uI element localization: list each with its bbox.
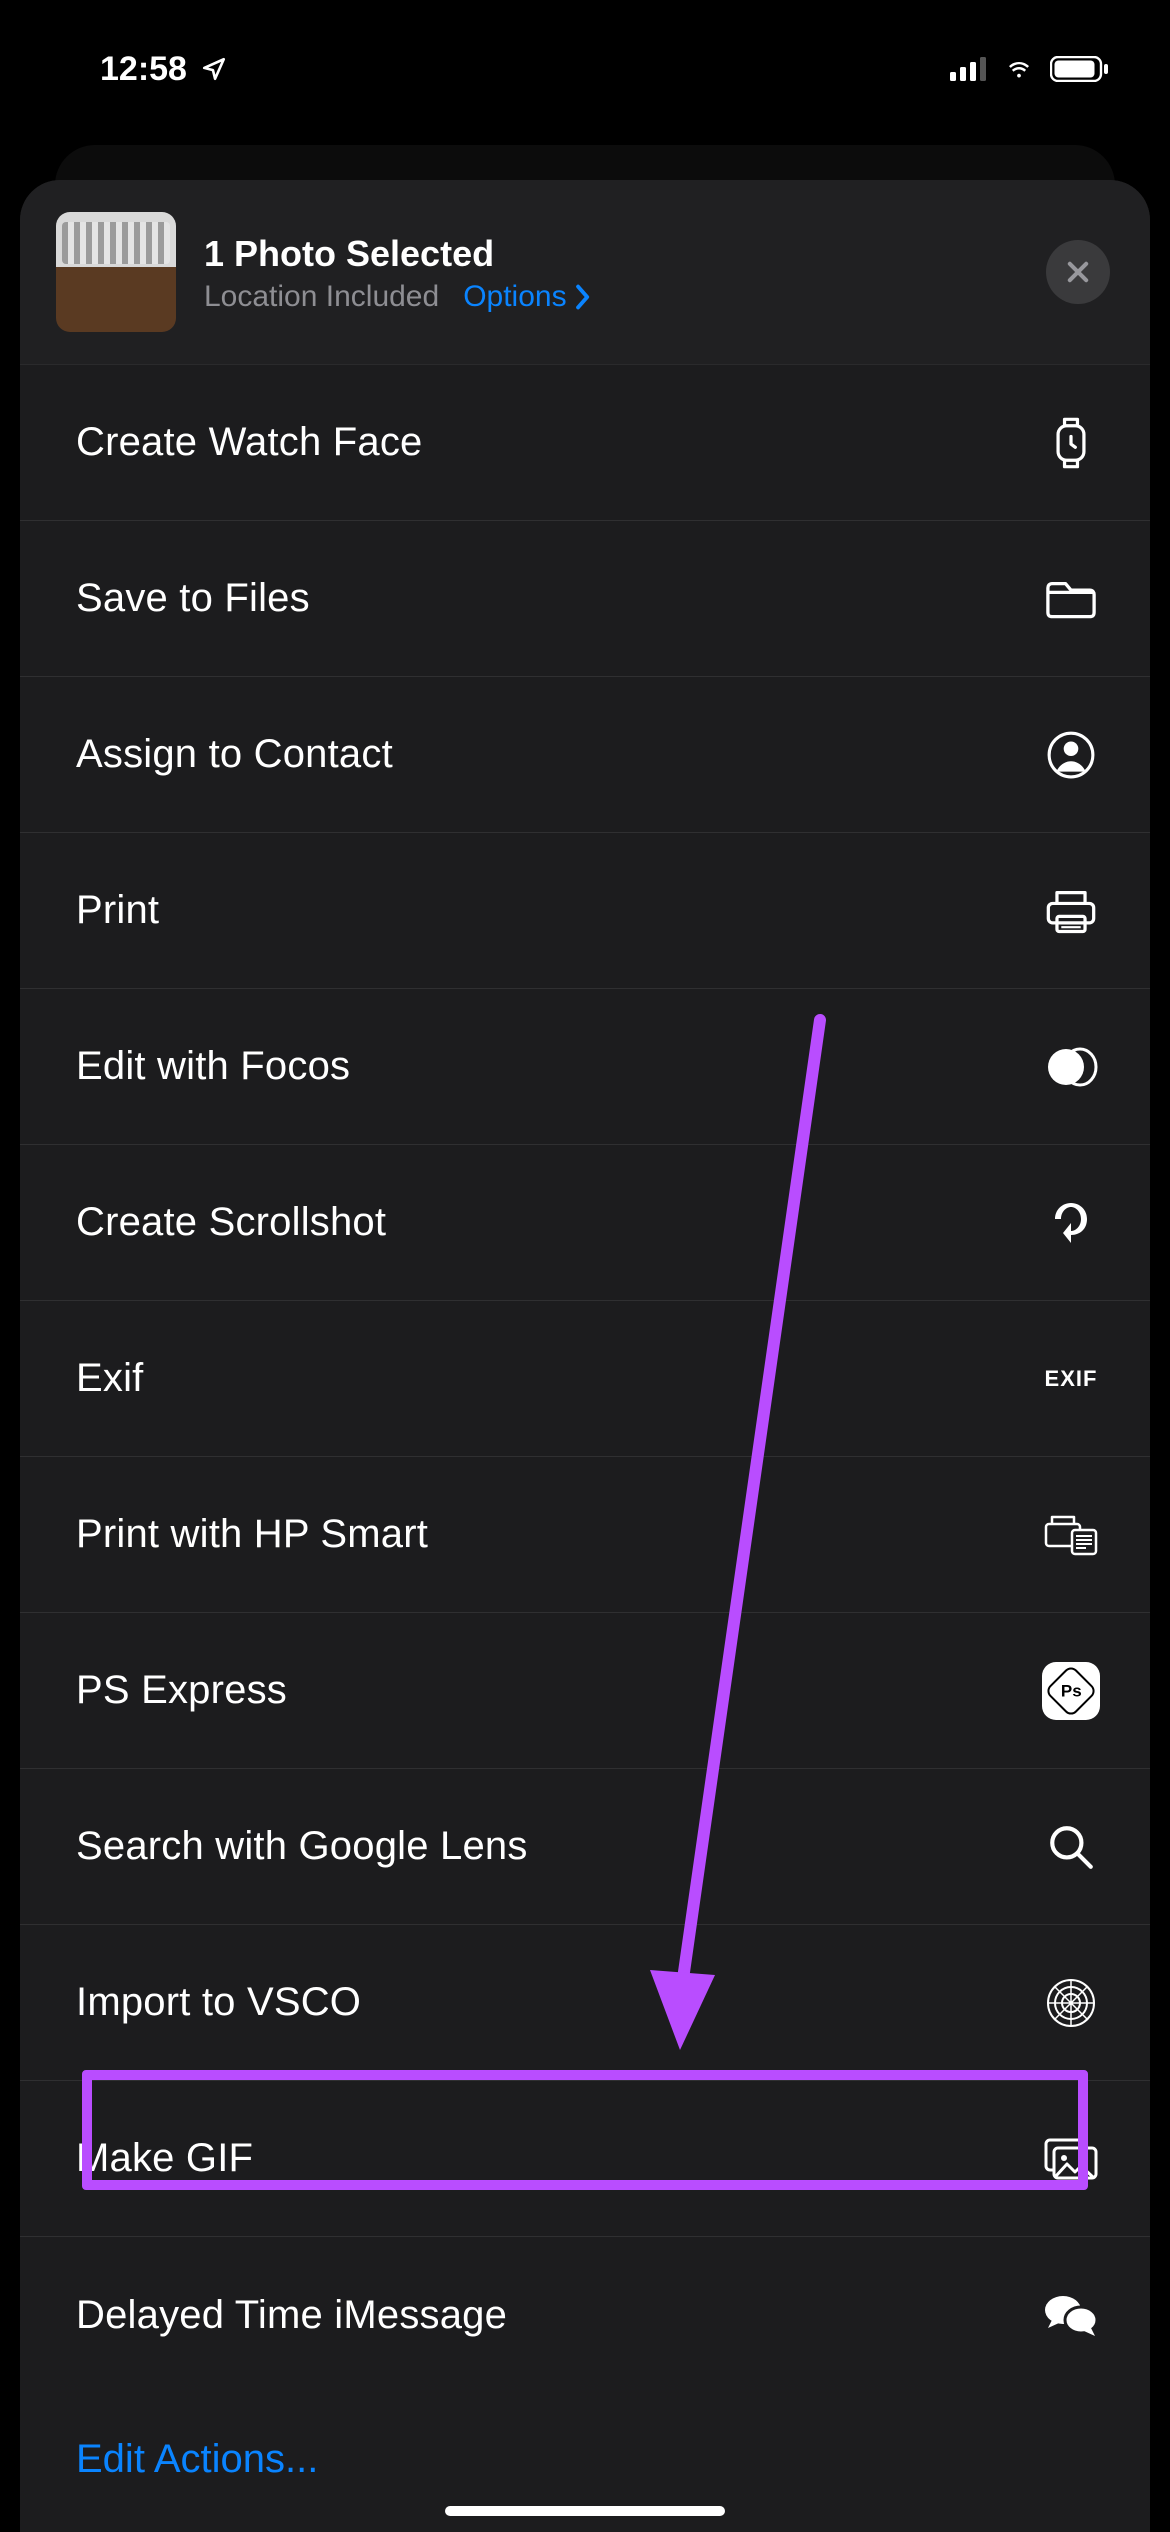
- action-delayed-imessage[interactable]: Delayed Time iMessage: [20, 2237, 1150, 2393]
- action-label: Print with HP Smart: [76, 1512, 428, 1557]
- action-label: Create Watch Face: [76, 420, 423, 465]
- edit-actions-label: Edit Actions...: [76, 2437, 318, 2481]
- action-label: Import to VSCO: [76, 1980, 361, 2025]
- cellular-icon: [950, 57, 988, 81]
- action-edit-with-focos[interactable]: Edit with Focos: [20, 989, 1150, 1145]
- status-time: 12:58: [100, 50, 187, 89]
- action-label: Assign to Contact: [76, 732, 393, 777]
- focos-icon: [1042, 1046, 1100, 1088]
- share-sheet: 1 Photo Selected Location Included Optio…: [20, 180, 1150, 2532]
- folder-icon: [1042, 577, 1100, 621]
- gallery-icon: [1042, 2136, 1100, 2182]
- status-right: [950, 56, 1110, 82]
- hp-printer-icon: [1042, 1512, 1100, 1558]
- header-subtitle-row: Location Included Options: [204, 280, 1018, 314]
- action-label: Delayed Time iMessage: [76, 2293, 507, 2338]
- action-exif[interactable]: Exif EXIF: [20, 1301, 1150, 1457]
- action-label: PS Express: [76, 1668, 287, 1713]
- battery-icon: [1050, 56, 1110, 82]
- location-included-label: Location Included: [204, 280, 439, 314]
- scrollshot-icon: [1042, 1199, 1100, 1247]
- vsco-icon: [1042, 1977, 1100, 2029]
- action-list: Create Watch Face Save to Files Assign t…: [20, 365, 1150, 2393]
- close-button[interactable]: [1046, 240, 1110, 304]
- action-label: Create Scrollshot: [76, 1200, 386, 1245]
- home-indicator[interactable]: [445, 2506, 725, 2516]
- action-create-watch-face[interactable]: Create Watch Face: [20, 365, 1150, 521]
- ps-icon: Ps: [1042, 1662, 1100, 1720]
- options-label: Options: [463, 280, 566, 314]
- printer-icon: [1042, 886, 1100, 936]
- contact-icon: [1042, 730, 1100, 780]
- action-import-vsco[interactable]: Import to VSCO: [20, 1925, 1150, 2081]
- wifi-icon: [1002, 57, 1036, 81]
- search-icon: [1042, 1822, 1100, 1872]
- chat-icon: [1042, 2292, 1100, 2338]
- action-label: Make GIF: [76, 2136, 253, 2181]
- options-button[interactable]: Options: [463, 280, 590, 314]
- selected-photo-thumbnail[interactable]: [56, 212, 176, 332]
- action-assign-to-contact[interactable]: Assign to Contact: [20, 677, 1150, 833]
- exif-icon: EXIF: [1042, 1366, 1100, 1392]
- status-bar: 12:58: [0, 0, 1170, 100]
- location-icon: [201, 56, 227, 82]
- action-search-google-lens[interactable]: Search with Google Lens: [20, 1769, 1150, 1925]
- action-label: Save to Files: [76, 576, 310, 621]
- action-label: Edit with Focos: [76, 1044, 350, 1089]
- action-label: Search with Google Lens: [76, 1824, 528, 1869]
- action-print-hp-smart[interactable]: Print with HP Smart: [20, 1457, 1150, 1613]
- action-save-to-files[interactable]: Save to Files: [20, 521, 1150, 677]
- action-make-gif[interactable]: Make GIF: [20, 2081, 1150, 2237]
- action-create-scrollshot[interactable]: Create Scrollshot: [20, 1145, 1150, 1301]
- sheet-header: 1 Photo Selected Location Included Optio…: [20, 180, 1150, 365]
- header-text: 1 Photo Selected Location Included Optio…: [204, 231, 1018, 314]
- action-label: Print: [76, 888, 159, 933]
- header-title: 1 Photo Selected: [204, 231, 1018, 276]
- action-ps-express[interactable]: PS Express Ps: [20, 1613, 1150, 1769]
- watch-icon: [1042, 415, 1100, 471]
- chevron-right-icon: [573, 284, 591, 310]
- close-icon: [1064, 258, 1092, 286]
- status-left: 12:58: [100, 50, 227, 89]
- action-label: Exif: [76, 1356, 143, 1401]
- action-print[interactable]: Print: [20, 833, 1150, 989]
